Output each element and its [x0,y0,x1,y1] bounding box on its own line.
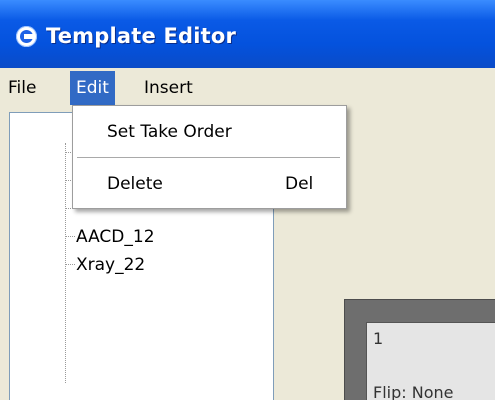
tree-branch [66,264,75,265]
app-window: Template Editor File Edit Insert AACD_12… [0,0,495,400]
template-preview-card[interactable]: 1 Flip: None [366,322,495,400]
menu-item-shortcut: Del [285,174,314,194]
menu-bar: File Edit Insert [0,71,495,105]
menu-file[interactable]: File [2,71,42,105]
menu-item-set-take-order[interactable]: Set Take Order [73,112,346,152]
tree-connector [65,143,66,383]
menu-insert[interactable]: Insert [138,71,199,105]
title-bar[interactable]: Template Editor [0,0,495,68]
tree-branch [66,236,75,237]
window-title: Template Editor [46,24,237,48]
menu-separator [77,157,340,158]
tree-item-label: Xray_22 [76,255,146,275]
tree-item-label: AACD_12 [76,227,155,247]
menu-edit[interactable]: Edit [70,71,115,105]
menu-item-label: Set Take Order [107,122,232,142]
app-icon[interactable] [16,26,37,47]
edit-dropdown-menu: Set Take Order Delete Del [72,105,347,209]
preview-number: 1 [373,329,384,348]
menu-item-label: Delete [107,174,163,194]
menu-item-delete[interactable]: Delete Del [73,164,346,204]
preview-flip: Flip: None [373,383,454,400]
